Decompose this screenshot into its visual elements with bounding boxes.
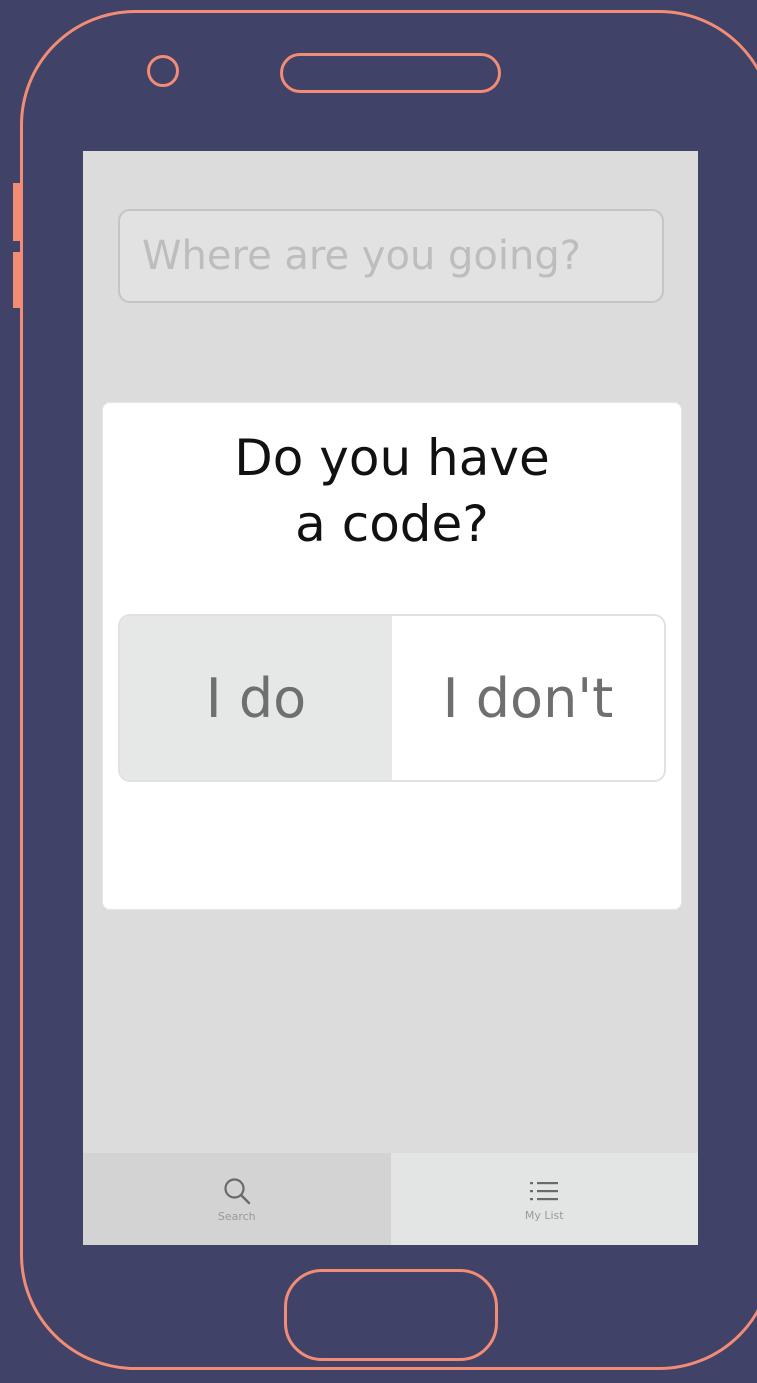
home-button[interactable]	[284, 1269, 498, 1361]
list-icon	[530, 1181, 559, 1200]
tab-search-label: Search	[217, 1209, 256, 1223]
volume-up-button	[13, 183, 21, 241]
i-dont-button[interactable]: I don't	[392, 616, 664, 780]
dialog-title-line-2: a code?	[295, 495, 489, 553]
tab-search[interactable]: Search	[83, 1153, 391, 1245]
tab-my-list-label: My List	[524, 1208, 564, 1222]
volume-down-button	[13, 252, 21, 308]
i-do-button[interactable]: I do	[120, 616, 392, 780]
camera-icon	[147, 55, 179, 87]
speaker-grille	[280, 53, 501, 93]
dialog-title-line-1: Do you have	[234, 429, 550, 487]
dialog-title: Do you have a code?	[103, 425, 681, 557]
code-dialog: Do you have a code? I do I don't	[102, 402, 682, 910]
tab-my-list[interactable]: My List	[390, 1153, 698, 1245]
search-input[interactable]	[118, 209, 664, 303]
tab-bar: Search My List	[83, 1153, 698, 1245]
code-choice-group: I do I don't	[118, 614, 666, 782]
search-icon	[224, 1177, 250, 1204]
phone-screen: Do you have a code? I do I don't Search	[83, 151, 698, 1245]
